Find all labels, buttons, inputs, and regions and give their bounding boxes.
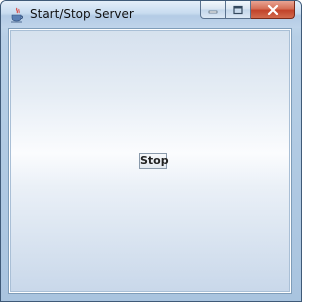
window-title: Start/Stop Server (30, 7, 134, 21)
maximize-icon (233, 5, 243, 14)
close-icon (267, 4, 278, 15)
close-button[interactable] (251, 1, 295, 19)
window-controls (200, 1, 295, 19)
maximize-button[interactable] (226, 1, 251, 19)
content-pane: Stop (10, 30, 290, 292)
stop-button[interactable]: Stop (139, 153, 169, 169)
application-window: Start/Stop Server Stop (0, 0, 302, 302)
content-pane-border: Stop (8, 28, 292, 294)
title-bar[interactable]: Start/Stop Server (1, 1, 301, 28)
java-cup-icon[interactable] (9, 7, 25, 23)
minimize-button[interactable] (200, 1, 226, 19)
minimize-icon (208, 10, 218, 13)
